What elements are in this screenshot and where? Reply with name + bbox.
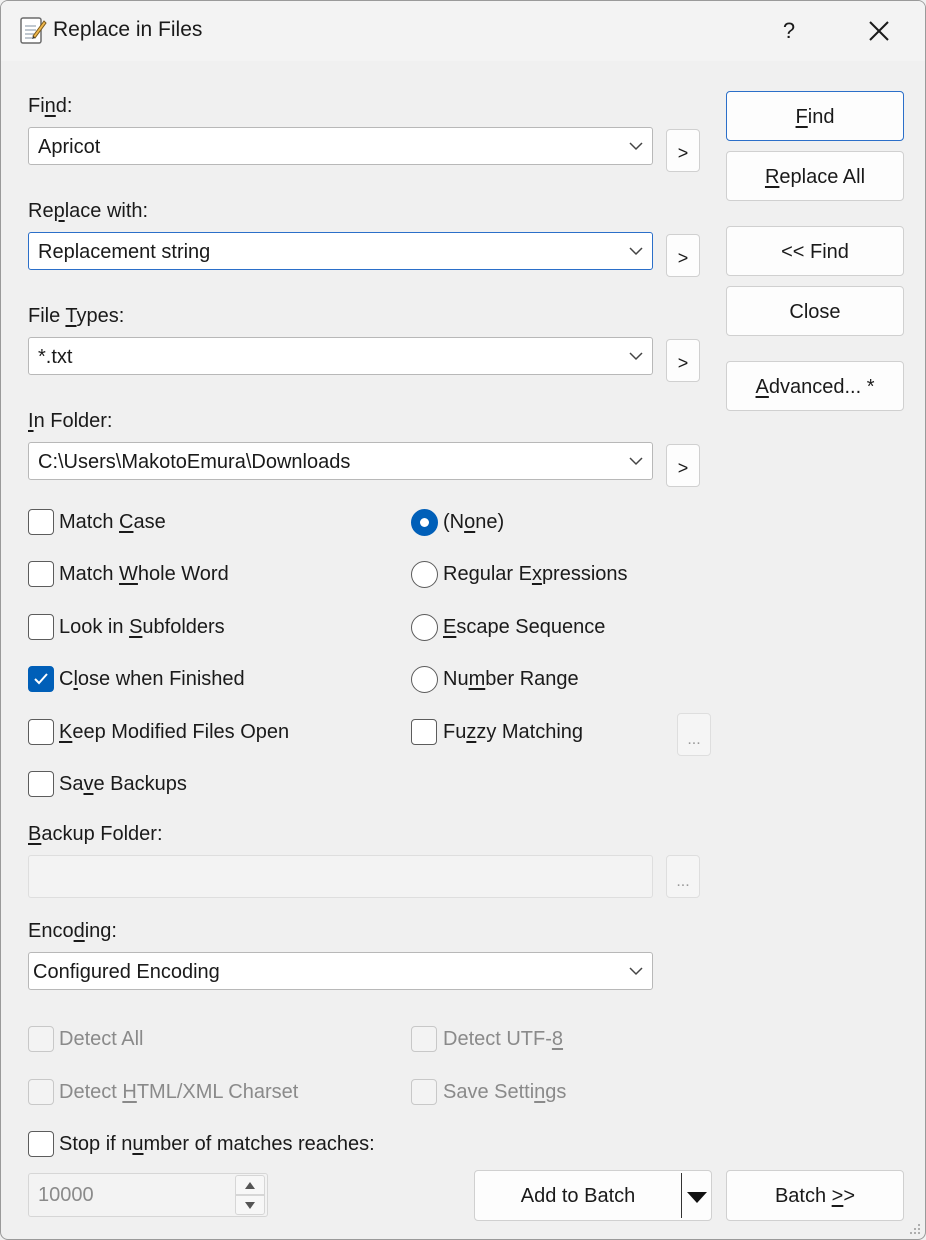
mode-none-radio[interactable] bbox=[411, 509, 438, 536]
whole-word-checkbox[interactable] bbox=[28, 561, 54, 587]
find-combo[interactable]: Apricot bbox=[28, 127, 653, 165]
filetypes-insert-button[interactable]: > bbox=[666, 339, 700, 382]
batch-button[interactable]: Batch >> bbox=[726, 1170, 904, 1221]
find-button[interactable]: Find bbox=[726, 91, 904, 141]
subfolders-checkbox[interactable] bbox=[28, 614, 54, 640]
caret-down-icon bbox=[687, 1192, 707, 1203]
mode-none-label[interactable]: (None) bbox=[443, 511, 504, 534]
stop-limit-label[interactable]: Stop if number of matches reaches: bbox=[59, 1133, 375, 1156]
close-when-finished-label[interactable]: Close when Finished bbox=[59, 668, 245, 691]
limit-value: 10000 bbox=[38, 1184, 94, 1206]
chevron-down-icon[interactable] bbox=[628, 245, 644, 257]
close-icon bbox=[869, 21, 889, 41]
encoding-value: Configured Encoding bbox=[33, 961, 220, 983]
detect-all-checkbox[interactable] bbox=[28, 1026, 54, 1052]
encoding-select[interactable]: Configured Encoding bbox=[28, 952, 653, 990]
replace-combo[interactable]: Replacement string bbox=[28, 232, 653, 270]
folder-label: In Folder: bbox=[28, 410, 113, 432]
filetypes-value: *.txt bbox=[38, 346, 73, 368]
collapse-find-button[interactable]: << Find bbox=[726, 226, 904, 276]
mode-escape-radio[interactable] bbox=[411, 614, 438, 641]
spin-down-button[interactable] bbox=[235, 1195, 265, 1215]
notepad-icon bbox=[20, 17, 47, 44]
subfolders-label[interactable]: Look in Subfolders bbox=[59, 616, 225, 639]
replace-in-files-dialog: Replace in Files ? Find: Apricot > Repla… bbox=[0, 0, 926, 1240]
fuzzy-checkbox[interactable] bbox=[411, 719, 437, 745]
save-settings-checkbox[interactable] bbox=[411, 1079, 437, 1105]
caret-up-icon bbox=[245, 1182, 255, 1189]
mode-range-radio[interactable] bbox=[411, 666, 438, 693]
chevron-down-icon[interactable] bbox=[628, 965, 644, 977]
help-button[interactable]: ? bbox=[771, 9, 807, 53]
spin-up-button[interactable] bbox=[235, 1175, 265, 1195]
backup-folder-input[interactable] bbox=[28, 855, 653, 898]
folder-insert-button[interactable]: > bbox=[666, 444, 700, 487]
replace-value: Replacement string bbox=[38, 241, 211, 263]
add-to-batch-split-button: Add to Batch bbox=[474, 1170, 712, 1221]
replace-label: Replace with: bbox=[28, 200, 149, 222]
whole-word-label[interactable]: Match Whole Word bbox=[59, 563, 229, 586]
replace-insert-button[interactable]: > bbox=[666, 234, 700, 277]
stop-limit-checkbox[interactable] bbox=[28, 1131, 54, 1157]
backup-browse-button[interactable]: ... bbox=[666, 855, 700, 898]
filetypes-combo[interactable]: *.txt bbox=[28, 337, 653, 375]
detect-html-checkbox[interactable] bbox=[28, 1079, 54, 1105]
add-to-batch-dropdown[interactable] bbox=[682, 1171, 711, 1220]
detect-html-label: Detect HTML/XML Charset bbox=[59, 1081, 299, 1103]
add-to-batch-button[interactable]: Add to Batch bbox=[475, 1171, 681, 1220]
caret-down-icon bbox=[245, 1202, 255, 1209]
mode-regex-label[interactable]: Regular Expressions bbox=[443, 563, 628, 586]
chevron-down-icon[interactable] bbox=[628, 455, 644, 467]
filetypes-label: File Types: bbox=[28, 305, 125, 327]
title-bar: Replace in Files ? bbox=[1, 1, 925, 61]
fuzzy-options-button[interactable]: ... bbox=[677, 713, 711, 756]
fuzzy-label[interactable]: Fuzzy Matching bbox=[443, 721, 583, 744]
mode-range-label[interactable]: Number Range bbox=[443, 668, 579, 691]
find-insert-button[interactable]: > bbox=[666, 129, 700, 172]
save-backups-checkbox[interactable] bbox=[28, 771, 54, 797]
folder-value: C:\Users\MakotoEmura\Downloads bbox=[38, 451, 351, 473]
close-when-finished-checkbox[interactable] bbox=[28, 666, 54, 692]
detect-utf8-checkbox[interactable] bbox=[411, 1026, 437, 1052]
folder-combo[interactable]: C:\Users\MakotoEmura\Downloads bbox=[28, 442, 653, 480]
advanced-button[interactable]: Advanced... * bbox=[726, 361, 904, 411]
close-window-button[interactable] bbox=[857, 9, 901, 53]
checkmark-icon bbox=[34, 673, 48, 685]
find-label: Find: bbox=[28, 95, 73, 117]
find-value: Apricot bbox=[38, 136, 101, 158]
detect-all-label: Detect All bbox=[59, 1028, 144, 1050]
chevron-down-icon[interactable] bbox=[628, 140, 644, 152]
match-case-checkbox[interactable] bbox=[28, 509, 54, 535]
keep-open-checkbox[interactable] bbox=[28, 719, 54, 745]
backup-folder-label: Backup Folder: bbox=[28, 823, 163, 845]
match-case-label[interactable]: Match Case bbox=[59, 511, 166, 534]
replace-all-button[interactable]: Replace All bbox=[726, 151, 904, 201]
resize-grip-icon[interactable] bbox=[909, 1223, 921, 1235]
window-title: Replace in Files bbox=[53, 18, 203, 41]
chevron-down-icon[interactable] bbox=[628, 350, 644, 362]
mode-escape-label[interactable]: Escape Sequence bbox=[443, 616, 605, 639]
close-button[interactable]: Close bbox=[726, 286, 904, 336]
save-settings-label: Save Settings bbox=[443, 1081, 567, 1103]
mode-regex-radio[interactable] bbox=[411, 561, 438, 588]
limit-number-input[interactable]: 10000 bbox=[28, 1173, 268, 1217]
save-backups-label[interactable]: Save Backups bbox=[59, 773, 187, 796]
detect-utf8-label: Detect UTF-8 bbox=[443, 1028, 564, 1050]
encoding-label: Encoding: bbox=[28, 920, 117, 942]
keep-open-label[interactable]: Keep Modified Files Open bbox=[59, 721, 289, 744]
